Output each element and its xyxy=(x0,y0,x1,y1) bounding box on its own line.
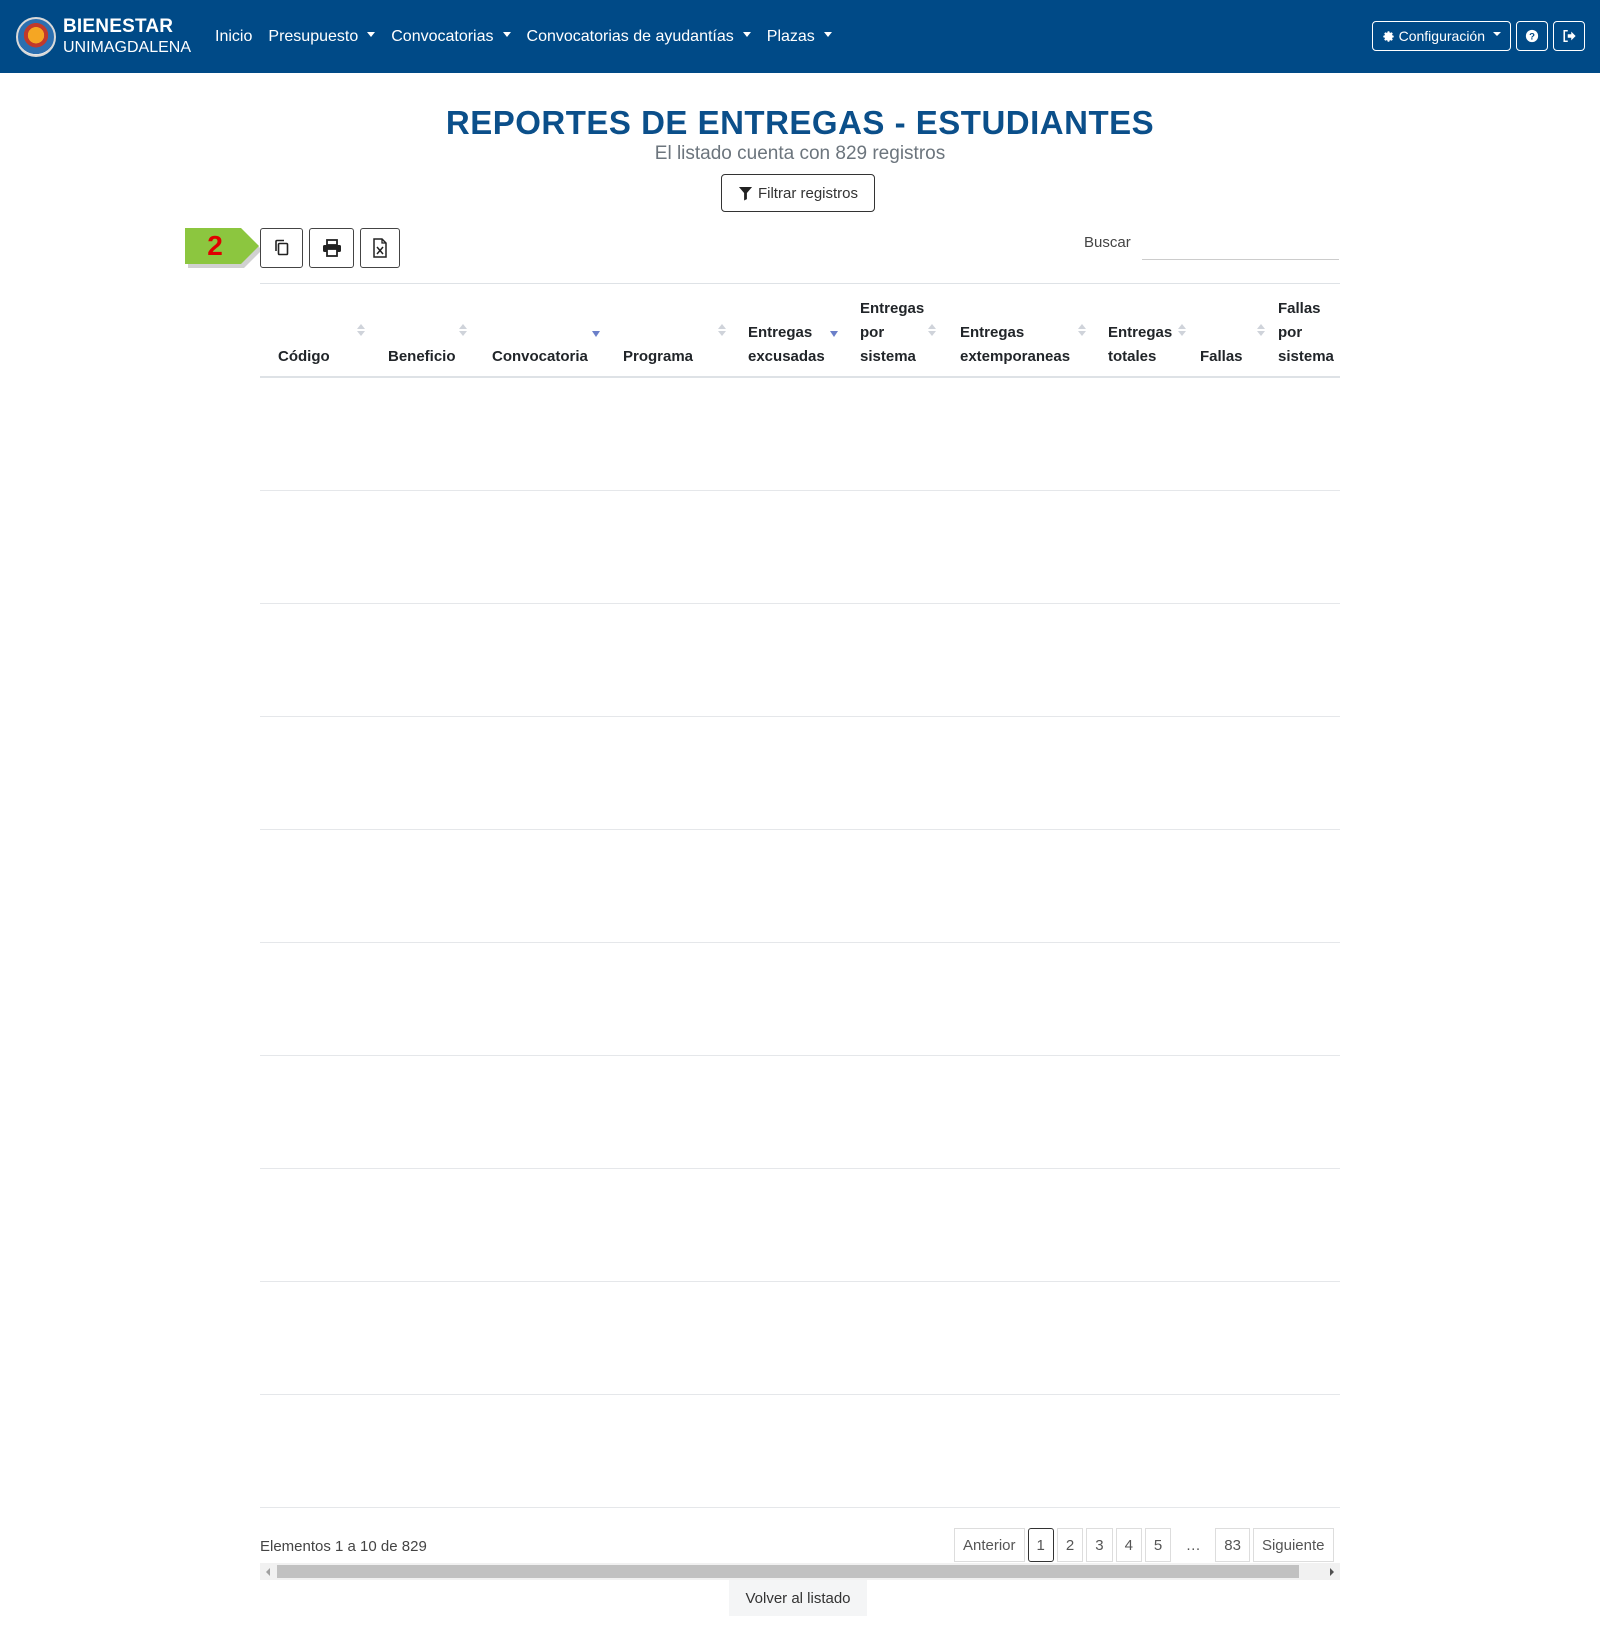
nav-item-presupuesto[interactable]: Presupuesto xyxy=(268,27,376,46)
table-row[interactable] xyxy=(260,604,1340,717)
scrollbar-thumb[interactable] xyxy=(277,1565,1299,1578)
column-header-label: Entregas xyxy=(748,324,813,341)
pagination-page[interactable]: 3 xyxy=(1086,1528,1113,1562)
sort-icon[interactable] xyxy=(1257,324,1265,338)
copy-button[interactable] xyxy=(260,228,303,268)
sort-icon[interactable] xyxy=(1078,324,1086,338)
step-number: 2 xyxy=(207,230,223,261)
table-row[interactable] xyxy=(260,1169,1340,1282)
brand[interactable]: BIENESTAR UNIMAGDALENA xyxy=(16,16,191,58)
chevron-down-icon xyxy=(367,32,376,37)
nav-item-convocatorias[interactable]: Convocatorias xyxy=(391,27,511,46)
column-header-label: sistema xyxy=(1278,348,1334,365)
horizontal-scrollbar[interactable] xyxy=(260,1563,1340,1580)
logout-button[interactable] xyxy=(1553,21,1585,51)
excel-icon xyxy=(373,238,387,258)
sort-icon[interactable] xyxy=(459,324,467,338)
reports-table: Código Beneficio Convocatoria Programa Entre… xyxy=(260,283,1340,1510)
column-header-label: Programa xyxy=(623,348,694,365)
filter-label: Filtrar registros xyxy=(757,184,858,202)
pagination-page[interactable]: 1 xyxy=(1027,1528,1054,1562)
excel-export-button[interactable] xyxy=(360,228,400,268)
main-nav: Inicio Presupuesto Convocatorias Convocator… xyxy=(215,28,848,46)
pagination-page[interactable]: 2 xyxy=(1056,1528,1084,1562)
sort-icon[interactable] xyxy=(592,324,600,338)
scroll-right-icon[interactable] xyxy=(1330,1568,1334,1576)
search-label: Buscar xyxy=(1084,234,1131,251)
nav-item-label: Plazas xyxy=(766,27,815,45)
table-header: Código Beneficio Convocatoria Programa Entre… xyxy=(260,283,1340,378)
pagination-ellipsis: … xyxy=(1174,1528,1213,1562)
table-row[interactable] xyxy=(260,830,1340,943)
top-navbar: BIENESTAR UNIMAGDALENA Inicio Presupuesto… xyxy=(0,0,1600,73)
pagination-page[interactable]: 4 xyxy=(1115,1528,1142,1562)
column-header-label: Entregas xyxy=(860,300,925,317)
table-row[interactable] xyxy=(260,378,1340,491)
chevron-down-icon xyxy=(502,32,511,37)
nav-item-plazas[interactable]: Plazas xyxy=(767,28,832,46)
filter-icon xyxy=(738,186,753,201)
column-header-label: por xyxy=(1278,324,1303,341)
column-header-label: Beneficio xyxy=(388,348,456,365)
chevron-down-icon xyxy=(1493,32,1501,36)
column-header-label: por xyxy=(860,324,885,341)
table-info: Elementos 1 a 10 de 829 xyxy=(260,1538,427,1555)
brand-title: BIENESTAR xyxy=(63,15,174,37)
table-row[interactable] xyxy=(260,1395,1340,1508)
sort-icon[interactable] xyxy=(357,324,365,338)
config-dropdown-button[interactable]: Configuración xyxy=(1371,21,1511,51)
nav-item-label: Presupuesto xyxy=(268,27,359,45)
nav-item-inicio[interactable]: Inicio xyxy=(215,28,252,46)
page-subtitle: El listado cuenta con 829 registros xyxy=(654,143,946,164)
column-header-label: extemporaneas xyxy=(960,348,1071,365)
gear-icon xyxy=(1382,30,1394,42)
column-header-label: totales xyxy=(1108,348,1157,365)
pagination: Anterior 1 2 3 4 5… 83 Siguiente xyxy=(954,1528,1334,1562)
print-icon xyxy=(322,239,341,257)
brand-subtitle: UNIMAGDALENA xyxy=(63,38,192,56)
nav-item-label: Convocatorias de ayudantías xyxy=(526,27,734,45)
pagination-next[interactable]: Siguiente xyxy=(1252,1528,1334,1562)
print-button[interactable] xyxy=(309,228,354,268)
column-header-label: Código xyxy=(278,348,330,365)
pagination-previous[interactable]: Anterior xyxy=(954,1528,1025,1562)
logout-icon xyxy=(1562,29,1576,43)
page-title: REPORTES DE ENTREGAS - ESTUDIANTES xyxy=(445,104,1155,141)
nav-item-convocatorias-de-ayudant-as[interactable]: Convocatorias de ayudantías xyxy=(527,28,751,46)
column-header-label: Entregas xyxy=(960,324,1025,341)
column-header-label: excusadas xyxy=(748,348,825,365)
copy-icon xyxy=(274,239,288,256)
nav-item-label: Convocatorias xyxy=(391,27,494,45)
svg-text:?: ? xyxy=(1529,32,1535,43)
table-row[interactable] xyxy=(260,1056,1340,1169)
table-row[interactable] xyxy=(260,1282,1340,1395)
column-header-label: Convocatoria xyxy=(492,348,588,365)
nav-item-label: Inicio xyxy=(215,27,253,45)
table-row[interactable] xyxy=(260,491,1340,604)
column-header-label: sistema xyxy=(860,348,916,365)
sort-icon[interactable] xyxy=(928,324,936,338)
sort-icon[interactable] xyxy=(718,324,726,338)
table-row[interactable] xyxy=(260,943,1340,1056)
sort-icon[interactable] xyxy=(1178,324,1186,338)
filter-records-button[interactable]: Filtrar registros xyxy=(721,174,875,212)
pagination-page[interactable]: 5 xyxy=(1144,1528,1172,1562)
help-icon: ? xyxy=(1525,29,1539,43)
config-label: Configuración xyxy=(1398,28,1485,44)
pagination-page[interactable]: 83 xyxy=(1215,1528,1250,1562)
help-button[interactable]: ? xyxy=(1516,21,1548,51)
column-header-label: Fallas xyxy=(1278,300,1321,317)
column-header-label: Fallas xyxy=(1200,348,1243,365)
university-logo xyxy=(16,16,56,57)
search-input[interactable] xyxy=(1142,228,1339,260)
step-marker: 2 xyxy=(185,228,261,268)
chevron-down-icon xyxy=(823,32,832,37)
column-header-label: Entregas xyxy=(1108,324,1173,341)
chevron-down-icon xyxy=(742,32,751,37)
back-to-list-button[interactable]: Volver al listado xyxy=(729,1580,867,1616)
table-row[interactable] xyxy=(260,717,1340,830)
scroll-left-icon[interactable] xyxy=(266,1568,270,1576)
sort-icon[interactable] xyxy=(830,324,838,338)
